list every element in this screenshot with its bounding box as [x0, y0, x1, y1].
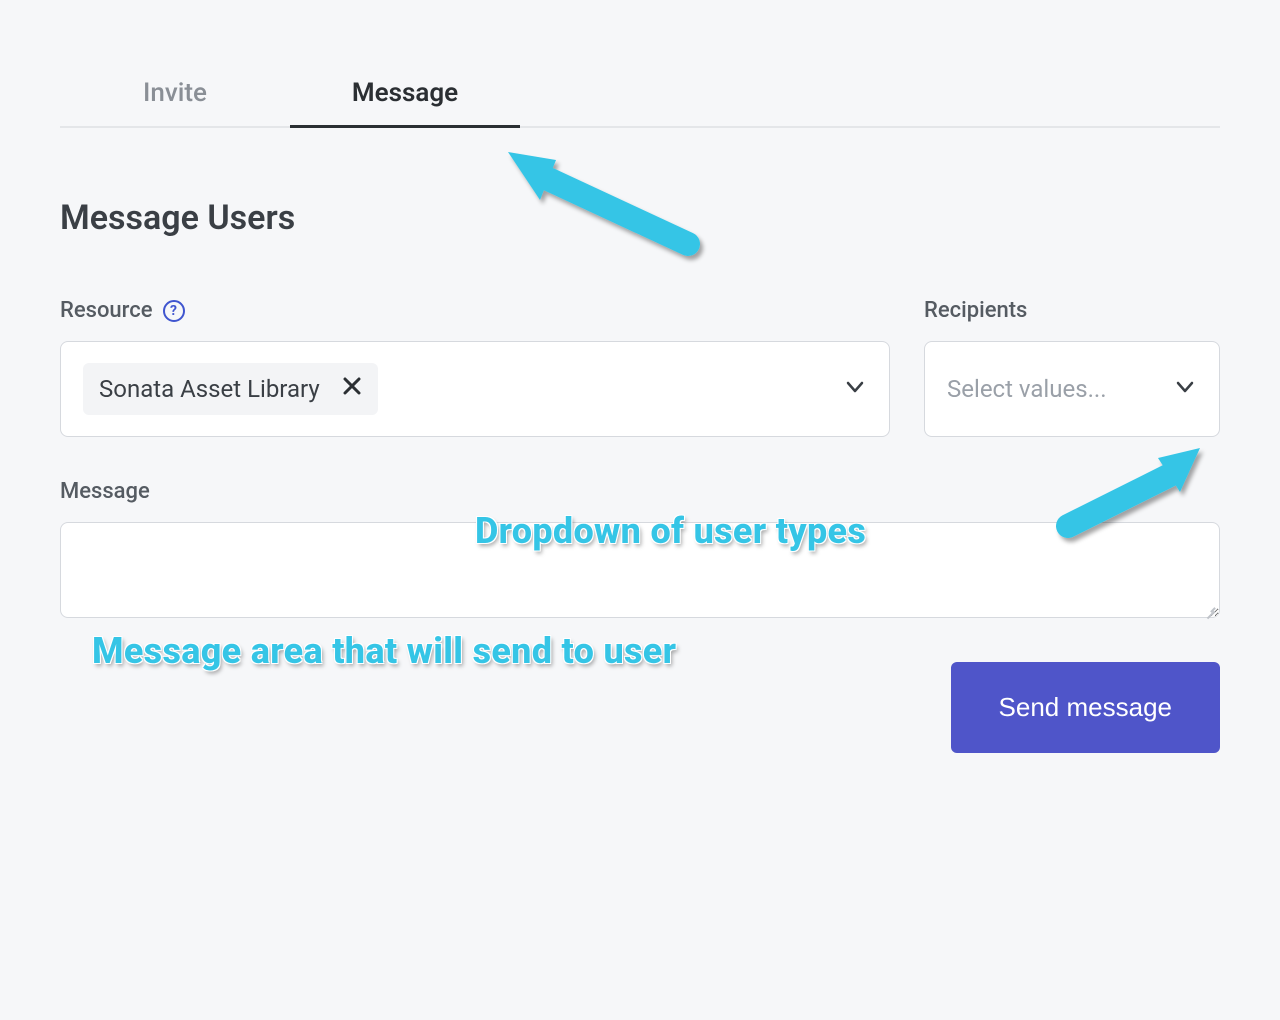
tab-message[interactable]: Message: [290, 60, 520, 126]
field-message: Message: [60, 479, 1220, 622]
tab-message-label: Message: [352, 78, 458, 108]
chevron-down-icon: [1173, 375, 1197, 403]
page-container: Invite Message Message Users Resource ? …: [0, 60, 1280, 753]
help-icon[interactable]: ?: [163, 300, 185, 322]
tab-invite-label: Invite: [143, 78, 207, 108]
resource-label: Resource: [60, 298, 153, 323]
resource-label-row: Resource ?: [60, 298, 890, 323]
resource-select[interactable]: Sonata Asset Library: [60, 341, 890, 437]
resource-chip: Sonata Asset Library: [83, 363, 378, 415]
field-resource: Resource ? Sonata Asset Library: [60, 298, 890, 437]
field-recipients: Recipients Select values...: [924, 298, 1220, 437]
textarea-wrap: [60, 522, 1220, 622]
actions-row: Send message: [60, 662, 1220, 753]
recipients-label-row: Recipients: [924, 298, 1220, 323]
message-label-row: Message: [60, 479, 1220, 504]
recipients-label: Recipients: [924, 298, 1027, 323]
send-message-button[interactable]: Send message: [951, 662, 1220, 753]
message-textarea[interactable]: [60, 522, 1220, 618]
tab-invite[interactable]: Invite: [60, 60, 290, 126]
close-icon[interactable]: [342, 376, 362, 402]
message-label: Message: [60, 479, 150, 504]
chevron-down-icon: [843, 375, 867, 403]
resource-chip-label: Sonata Asset Library: [99, 375, 320, 403]
recipients-select[interactable]: Select values...: [924, 341, 1220, 437]
recipients-placeholder: Select values...: [947, 375, 1107, 403]
form-row: Resource ? Sonata Asset Library Recipien…: [60, 298, 1220, 437]
page-title: Message Users: [60, 198, 1220, 238]
tabs: Invite Message: [60, 60, 1220, 128]
